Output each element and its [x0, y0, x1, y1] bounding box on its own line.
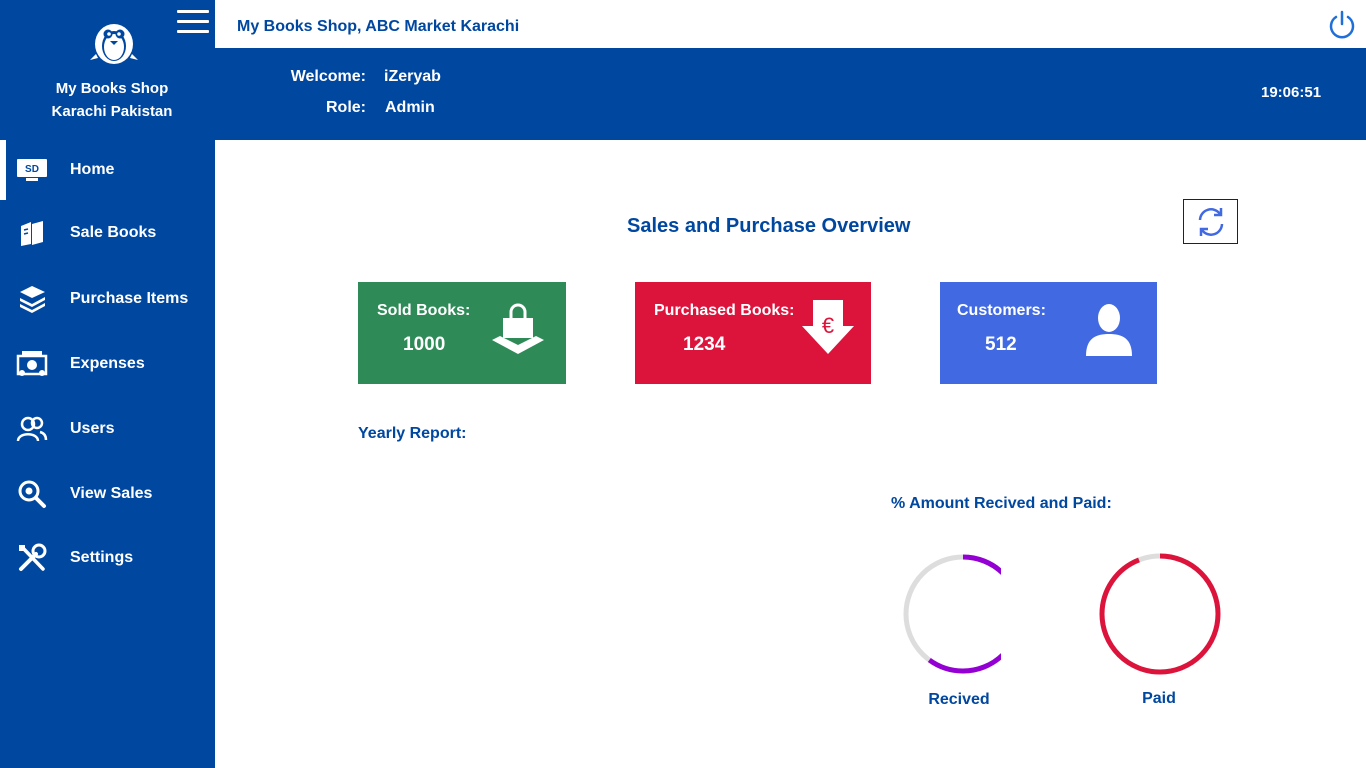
sold-books-card[interactable]: Sold Books: 1000	[358, 282, 566, 384]
sidebar: My Books Shop Karachi Pakistan SD Home S…	[0, 0, 215, 768]
sidebar-item-purchase-items[interactable]: Purchase Items	[0, 266, 215, 332]
card-value: 1000	[403, 334, 446, 355]
sidebar-item-label: Sale Books	[70, 224, 157, 241]
euro-down-icon: €	[802, 300, 854, 354]
refresh-button[interactable]	[1183, 199, 1238, 244]
role-value: Admin	[385, 99, 435, 116]
tools-icon	[16, 542, 48, 574]
sidebar-item-home[interactable]: SD Home	[0, 140, 215, 200]
svg-text:€: €	[822, 313, 834, 338]
received-label: Recived	[928, 691, 990, 708]
sidebar-item-label: Expenses	[70, 355, 145, 372]
sidebar-item-settings[interactable]: Settings	[0, 526, 215, 590]
card-label: Purchased Books:	[654, 302, 795, 319]
card-value: 1234	[683, 334, 726, 355]
paid-ring-chart	[1099, 553, 1221, 675]
top-bar: My Books Shop, ABC Market Karachi	[215, 0, 1366, 48]
amount-label: % Amount Recived and Paid:	[891, 495, 1112, 512]
shop-name-line2: Karachi Pakistan	[51, 103, 173, 120]
sidebar-item-sale-books[interactable]: Sale Books	[0, 200, 215, 266]
yearly-report-label: Yearly Report:	[358, 425, 467, 442]
purchased-books-card[interactable]: Purchased Books: 1234 €	[635, 282, 871, 384]
books-icon	[16, 217, 48, 249]
sidebar-item-label: Home	[70, 161, 115, 178]
sidebar-item-label: Users	[70, 420, 115, 437]
user-header: Welcome: iZeryab Role: Admin 19:06:51	[215, 48, 1366, 140]
paid-ring-arc	[1099, 553, 1221, 675]
welcome-value: iZeryab	[384, 68, 441, 85]
sidebar-item-expenses[interactable]: Expenses	[0, 332, 215, 396]
app-title: My Books Shop, ABC Market Karachi	[237, 18, 520, 35]
welcome-label: Welcome:	[290, 68, 366, 85]
page-title: Sales and Purchase Overview	[627, 215, 911, 237]
card-value: 512	[985, 334, 1017, 355]
shopping-bag-icon	[492, 303, 544, 354]
shop-name: My Books Shop Karachi Pakistan	[0, 77, 224, 123]
shop-name-line1: My Books Shop	[55, 80, 169, 97]
penguin-logo-icon	[90, 24, 138, 64]
ring-track	[903, 554, 1001, 674]
hamburger-menu-icon[interactable]	[177, 10, 209, 36]
card-label: Sold Books:	[377, 302, 471, 319]
sidebar-item-label: View Sales	[70, 485, 153, 502]
role-label: Role:	[326, 99, 366, 116]
monitor-icon-text: SD	[25, 164, 39, 175]
stacked-books-icon	[16, 283, 48, 315]
power-icon[interactable]	[1327, 10, 1357, 40]
refresh-icon	[1198, 207, 1223, 236]
customers-card[interactable]: Customers: 512	[940, 282, 1157, 384]
users-icon	[16, 413, 48, 445]
sidebar-item-view-sales[interactable]: View Sales	[0, 462, 215, 526]
money-icon	[16, 348, 48, 380]
user-icon	[1086, 304, 1132, 356]
search-icon	[16, 478, 48, 510]
sidebar-item-label: Purchase Items	[70, 290, 189, 307]
clock: 19:06:51	[1261, 84, 1322, 101]
card-label: Customers:	[957, 302, 1046, 319]
monitor-icon: SD	[16, 154, 48, 186]
received-ring-chart	[903, 554, 1001, 674]
paid-label: Paid	[1142, 690, 1176, 707]
main-content: Sales and Purchase Overview Sold Books: …	[215, 140, 1366, 768]
sidebar-item-label: Settings	[70, 549, 134, 566]
sidebar-item-users[interactable]: Users	[0, 396, 215, 462]
sidebar-nav: SD Home Sale Books Purchase Items Expens…	[0, 140, 215, 590]
